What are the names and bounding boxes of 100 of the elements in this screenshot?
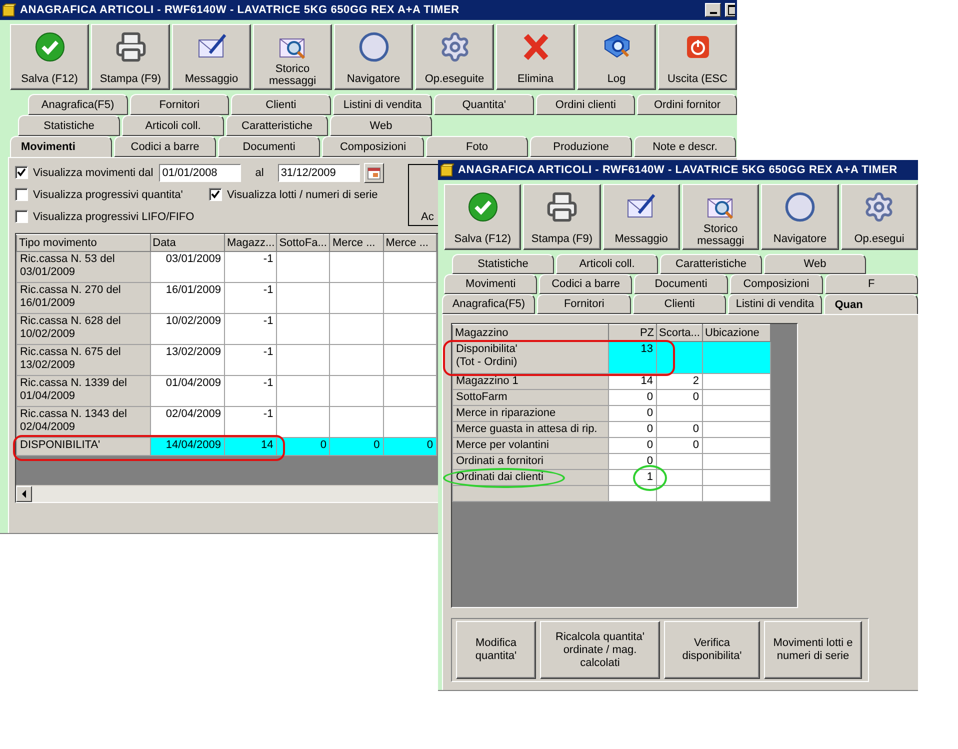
checkbox[interactable]: Visualizza movimenti dal	[15, 166, 154, 179]
tab[interactable]: Movimenti	[444, 274, 538, 294]
table-row[interactable]: Ric.cassa N. 628 del 10/02/2009 10/02/2009 -1	[16, 314, 436, 344]
toolbar-button[interactable]: Log	[577, 24, 656, 90]
table-cell: 13	[608, 342, 656, 374]
calendar-button[interactable]	[364, 162, 384, 182]
tab[interactable]: Caratteristiche	[660, 254, 762, 274]
toolbar-button[interactable]: Navigatore	[334, 24, 413, 90]
toolbar-button[interactable]: Salva (F12)	[444, 184, 522, 250]
table-cell: 0	[656, 438, 702, 454]
tab[interactable]: Clienti	[632, 294, 726, 314]
table-row[interactable]: Ordinati a fornitori 0	[452, 454, 770, 470]
table-cell	[702, 390, 770, 406]
toolbar-button[interactable]: Navigatore	[761, 184, 839, 250]
table-cell: Ric.cassa N. 628 del 10/02/2009	[16, 314, 150, 344]
table-row[interactable]: Ric.cassa N. 1343 del 02/04/2009 02/04/2009 -1	[16, 406, 436, 438]
table-cell	[383, 252, 436, 282]
tab[interactable]: Web	[764, 254, 866, 274]
checkbox[interactable]: Visualizza progressivi quantita'	[15, 188, 205, 201]
column-header: Merce ...	[383, 234, 436, 252]
toolbar-button[interactable]: Elimina	[496, 24, 575, 90]
side-button[interactable]: Ac	[408, 164, 438, 226]
table-row[interactable]: Ric.cassa N. 53 del 03/01/2009 03/01/2009 -1	[16, 252, 436, 282]
tab[interactable]: Composizioni	[322, 136, 424, 157]
tab[interactable]: Listini di vendita	[332, 94, 432, 115]
tab[interactable]: Quan	[824, 294, 918, 314]
toolbar-button[interactable]: Op.eseguite	[415, 24, 494, 90]
tab[interactable]: Articoli coll.	[122, 115, 224, 136]
toolbar-button[interactable]: Uscita (ESC	[658, 24, 737, 90]
tab[interactable]: Note e descr.	[634, 136, 736, 157]
window-title: ANAGRAFICA ARTICOLI - RWF6140W - LAVATRICE 5KG 650GG REX A+A TIMER	[458, 164, 898, 176]
table-cell: -1	[224, 344, 277, 376]
table-cell: 0	[608, 438, 656, 454]
tab[interactable]: Anagrafica(F5)	[28, 94, 128, 115]
table-row[interactable]: SottoFarm 0 0	[452, 390, 770, 406]
tab[interactable]: Statistiche	[452, 254, 554, 274]
tab[interactable]: Statistiche	[18, 115, 120, 136]
table-cell	[330, 406, 384, 438]
toolbar-button[interactable]: Messaggio	[602, 184, 680, 250]
table-cell: 0	[656, 422, 702, 438]
table-row[interactable]: Merce in riparazione 0	[452, 406, 770, 422]
app-icon	[2, 3, 16, 17]
table-row[interactable]: Merce per volantini 0 0	[452, 438, 770, 454]
tab[interactable]: Ordini fornitor	[637, 94, 737, 115]
tab[interactable]: Ordini clienti	[536, 94, 636, 115]
tab[interactable]: Clienti	[231, 94, 331, 115]
toolbar-button[interactable]: Messaggio	[172, 24, 251, 90]
tab[interactable]: Foto	[426, 136, 528, 157]
table-cell	[383, 314, 436, 344]
action-button[interactable]: Movimenti lotti e numeri di serie	[764, 621, 862, 679]
tab[interactable]: Codici a barre	[539, 274, 632, 294]
table-row[interactable]: Ric.cassa N. 270 del 16/01/2009 16/01/2009 -1	[16, 282, 436, 314]
action-button[interactable]: Verifica disponibilita'	[664, 621, 760, 679]
column-header: Magazz...	[224, 234, 277, 252]
tab[interactable]: Web	[330, 115, 432, 136]
check-circle-icon	[466, 191, 499, 223]
table-cell: Ric.cassa N. 675 del 13/02/2009	[16, 344, 150, 376]
toolbar-button[interactable]: Storico messaggi	[682, 184, 760, 250]
tab[interactable]: Codici a barre	[114, 136, 216, 157]
tab[interactable]: Documenti	[218, 136, 320, 157]
tab[interactable]: Fornitori	[130, 94, 230, 115]
checkbox[interactable]: Visualizza progressivi LIFO/FIFO	[15, 210, 194, 223]
table-cell	[702, 422, 770, 438]
toolbar-button[interactable]: Op.esegui	[840, 184, 918, 250]
tab[interactable]: Fornitori	[537, 294, 631, 314]
toolbar-button[interactable]: Salva (F12)	[10, 24, 89, 90]
table-cell	[383, 344, 436, 376]
table-cell	[383, 406, 436, 438]
tab[interactable]: Articoli coll.	[556, 254, 658, 274]
toolbar-button[interactable]: Stampa (F9)	[523, 184, 601, 250]
table-cell	[330, 376, 384, 406]
date-field[interactable]: 31/12/2009	[278, 164, 360, 182]
checkbox[interactable]: Visualizza lotti / numeri di serie	[209, 188, 378, 201]
action-button[interactable]: Modifica quantita'	[456, 621, 536, 679]
toolbar-button[interactable]: Stampa (F9)	[91, 24, 170, 90]
table-row[interactable]: Ric.cassa N. 675 del 13/02/2009 13/02/2009 -1	[16, 344, 436, 376]
tab[interactable]: Quantita'	[434, 94, 534, 115]
table-row[interactable]: Magazzino 1 14 2	[452, 374, 770, 390]
tab[interactable]: Listini di vendita	[728, 294, 822, 314]
tab[interactable]: Caratteristiche	[226, 115, 328, 136]
date-field[interactable]: 01/01/2008	[159, 164, 242, 182]
tab[interactable]: Documenti	[634, 274, 728, 294]
toolbar-button[interactable]: Storico messaggi	[253, 24, 332, 90]
scroll-left-button[interactable]	[16, 486, 32, 502]
column-header: Merce ...	[330, 234, 384, 252]
maximize-button[interactable]	[725, 3, 735, 17]
action-button[interactable]: Ricalcola quantita' ordinate / mag. calcolati	[540, 621, 660, 679]
table-row[interactable]: Disponibilita' (Tot - Ordini) 13	[452, 342, 770, 374]
table-row[interactable]: Ric.cassa N. 1339 del 01/04/2009 01/04/2009 -1	[16, 376, 436, 406]
table-row[interactable]: DISPONIBILITA' 14/04/2009 14 0 0 0	[16, 438, 436, 456]
tab[interactable]: Movimenti	[10, 136, 112, 157]
table-cell: 01/04/2009	[150, 376, 224, 406]
column-header: Data	[150, 234, 224, 252]
horizontal-scrollbar[interactable]	[16, 485, 438, 502]
tab[interactable]: Anagrafica(F5)	[442, 294, 536, 314]
tab[interactable]: F	[824, 274, 918, 294]
tab[interactable]: Composizioni	[730, 274, 823, 294]
minimize-button[interactable]	[705, 3, 721, 17]
tab[interactable]: Produzione	[530, 136, 632, 157]
table-row[interactable]: Merce guasta in attesa di rip. 0 0	[452, 422, 770, 438]
